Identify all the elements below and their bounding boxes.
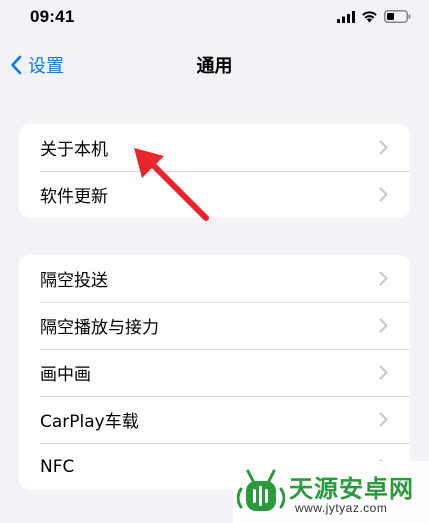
chevron-right-icon xyxy=(379,140,388,155)
watermark-url: www.jytyaz.com xyxy=(295,501,388,515)
row-airplay-handoff[interactable]: 隔空播放与接力 xyxy=(19,302,410,349)
row-label: 关于本机 xyxy=(40,140,108,160)
status-bar: 09:41 xyxy=(0,0,429,36)
row-about[interactable]: 关于本机 xyxy=(19,124,410,171)
settings-group-about: 关于本机 软件更新 xyxy=(19,124,410,218)
row-label: 隔空播放与接力 xyxy=(40,318,159,338)
navigation-bar: 设置 通用 xyxy=(0,40,429,88)
status-icons xyxy=(337,8,411,27)
row-label: 隔空投送 xyxy=(40,271,108,291)
row-label: NFC xyxy=(40,456,75,477)
cellular-signal-icon xyxy=(337,8,355,27)
row-label: CarPlay车载 xyxy=(40,412,139,432)
page-title: 通用 xyxy=(196,56,233,77)
chevron-right-icon xyxy=(379,187,388,202)
watermark: 天源安卓网 www.jytyaz.com xyxy=(233,461,429,523)
chevron-right-icon xyxy=(379,318,388,333)
row-carplay[interactable]: CarPlay车载 xyxy=(19,396,410,443)
settings-group-connectivity: 隔空投送 隔空播放与接力 画中画 CarPlay车载 NFC xyxy=(19,255,410,490)
row-software-update[interactable]: 软件更新 xyxy=(19,171,410,218)
chevron-right-icon xyxy=(379,412,388,427)
wifi-icon xyxy=(361,8,378,27)
row-airdrop[interactable]: 隔空投送 xyxy=(19,255,410,302)
watermark-brand: 天源安卓网 xyxy=(289,475,414,503)
status-time: 09:41 xyxy=(30,7,75,26)
row-label: 软件更新 xyxy=(40,187,108,207)
battery-icon xyxy=(384,8,411,27)
row-picture-in-picture[interactable]: 画中画 xyxy=(19,349,410,396)
watermark-logo-icon xyxy=(237,469,285,511)
chevron-right-icon xyxy=(379,271,388,286)
row-label: 画中画 xyxy=(40,365,91,385)
chevron-right-icon xyxy=(379,365,388,380)
